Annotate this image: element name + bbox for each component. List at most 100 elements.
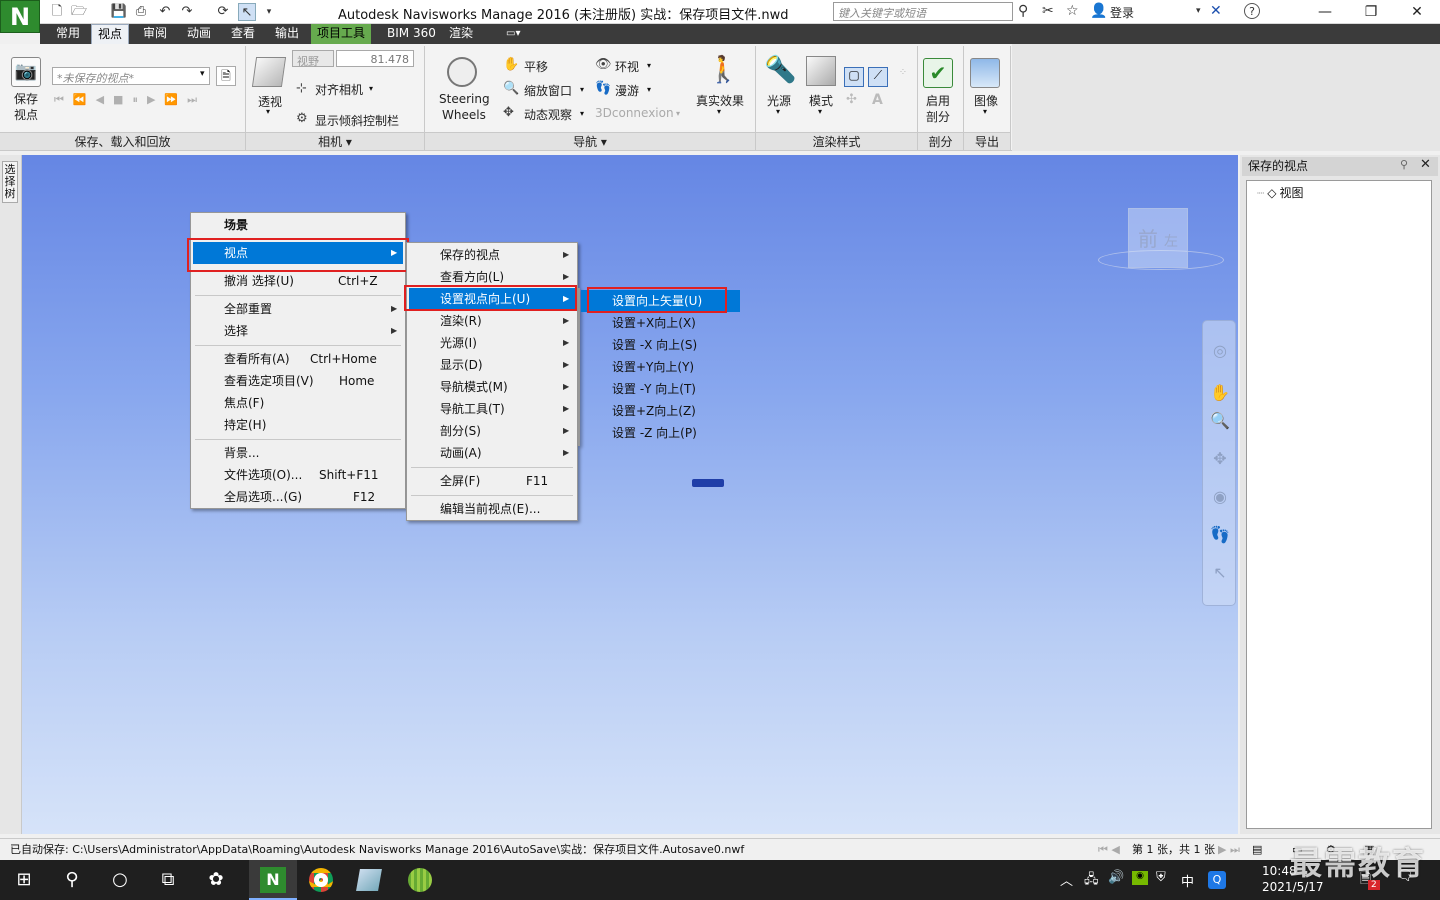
tilt-bar-icon[interactable]: ⚙ [296,111,308,126]
security-icon[interactable]: ⛨ [1156,870,1166,885]
align-camera-dropdown-icon[interactable]: ▾ [369,84,373,93]
panel-title-camera[interactable]: 相机 ▾ [246,132,424,150]
tab-home[interactable]: 常用 [50,24,86,44]
orbit-icon[interactable]: ✥ [503,105,514,120]
combo-arrow-icon[interactable]: ▾ [200,69,205,79]
3dconnexion-button[interactable]: 3Dconnexion [595,106,674,120]
select-nav-icon[interactable]: ↖ [1208,561,1232,585]
panel-title-sectioning[interactable]: 剖分 [918,132,963,150]
perspective-dropdown-icon[interactable]: ▾ [266,107,270,116]
help-icon[interactable]: ? [1244,3,1260,19]
tab-review[interactable]: 审阅 [137,24,173,44]
save-viewpoint-button[interactable]: 保存 视点 [14,91,38,123]
perspective-icon[interactable] [251,57,287,87]
show-tilt-button[interactable]: 显示倾斜控制栏 [315,112,399,129]
look-around-button[interactable]: 环视 [615,58,639,75]
ime-indicator[interactable]: 中 [1181,871,1194,890]
menu-item-view-all[interactable]: 查看所有(A) Ctrl+Home [193,348,403,370]
menu-item-set-minus-z-up[interactable]: 设置 -Z 向上(P) [581,422,740,444]
3dconnexion-dropdown-icon[interactable]: ▾ [676,109,680,118]
light-dropdown-icon[interactable]: ▾ [776,107,780,116]
menu-item-background[interactable]: 背景... [193,442,403,464]
tab-output[interactable]: 输出 [269,24,305,44]
tab-project-tools[interactable]: 项目工具 [311,24,372,44]
app-logo[interactable]: N [0,0,40,33]
tab-render[interactable]: 渲染 [443,24,479,44]
close-button[interactable]: ✕ [1394,0,1440,24]
network-icon[interactable]: 🖧 [1084,870,1099,892]
render-box-icon[interactable]: ▢ [844,67,864,87]
star-icon[interactable]: ☆ [1066,3,1079,19]
pan-button[interactable]: 平移 [524,58,548,75]
walk-dropdown-icon[interactable]: ▾ [647,85,651,94]
enable-section-icon[interactable]: ✔ [923,58,953,88]
cortana-icon[interactable]: ○ [96,860,144,900]
menu-item-file-options[interactable]: 文件选项(O)... Shift+F11 [193,464,403,486]
page-nav-last-icon[interactable]: ▶ ⏭ [1218,839,1240,860]
panel-title-navigate[interactable]: 导航 ▾ [425,132,755,150]
menu-item-display[interactable]: 显示(D) ▶ [409,354,575,376]
volume-icon[interactable]: 🔊 [1108,870,1124,885]
menu-item-saved-viewpoints[interactable]: 保存的视点 ▶ [409,244,575,266]
mode-cube-icon[interactable] [806,56,836,86]
undo-icon[interactable]: ↶ [156,3,174,21]
save-icon[interactable]: 💾 [110,3,128,21]
walk-button[interactable]: 漫游 [615,82,639,99]
menu-item-animation[interactable]: 动画(A) ▶ [409,442,575,464]
saved-viewpoint-combo[interactable]: *未保存的视点* [52,67,210,85]
search-input[interactable]: 键入关键字或短语 [833,2,1013,21]
menu-item-sectioning[interactable]: 剖分(S) ▶ [409,420,575,442]
page-nav-first-icon[interactable]: ⏮ ◀ [1098,839,1120,860]
tab-viewpoint[interactable]: 视点 [91,24,130,44]
menu-item-set-plus-z-up[interactable]: 设置+Z向上(Z) [581,400,740,422]
refresh-icon[interactable]: ⟳ [214,3,232,21]
tab-view[interactable]: 查看 [225,24,261,44]
login-label[interactable]: 登录 [1110,4,1134,21]
app-glass-icon[interactable] [345,860,393,900]
tab-bim360[interactable]: BIM 360 [381,24,442,44]
selection-tree-tab[interactable]: 选择树 [2,161,18,203]
steering-wheels-label-2[interactable]: Wheels [442,108,486,122]
minimize-button[interactable]: — [1302,0,1348,24]
login-dropdown-icon[interactable]: ▾ [1196,6,1201,16]
tools-icon[interactable]: ✂ [1042,3,1054,19]
pin-icon[interactable]: ⚲ [1400,158,1408,171]
task-view-icon[interactable]: ⧉ [144,860,192,900]
menu-item-set-plus-y-up[interactable]: 设置+Y向上(Y) [581,356,740,378]
enable-section-label-1[interactable]: 启用 [926,92,950,109]
saved-viewpoints-tree[interactable]: ┈ ◇ 视图 [1246,180,1432,829]
playback-controls[interactable]: ⏮⏪◀■⏸▶⏩⏭ [54,93,206,107]
zoom-window-icon[interactable]: 🔍 [503,81,519,96]
menu-item-global-options[interactable]: 全局选项...(G) F12 [193,486,403,508]
viewcube[interactable]: 前左 [1128,208,1188,268]
walk-nav-icon[interactable]: 👣 [1208,523,1232,547]
pan-nav-icon[interactable]: ✋ [1208,381,1232,405]
orbit-dropdown-icon[interactable]: ▾ [580,109,584,118]
walk-icon[interactable]: 👣 [595,81,611,96]
zoom-window-button[interactable]: 缩放窗口 [524,82,572,99]
menu-item-nav-tools[interactable]: 导航工具(T) ▶ [409,398,575,420]
menu-item-edit-current-viewpoint[interactable]: 编辑当前视点(E)... [409,498,575,520]
melon-app-icon[interactable] [396,860,444,900]
navisworks-taskbar-icon[interactable]: N [249,860,297,900]
render-points-icon[interactable]: ⁘ [893,67,913,87]
orbit-nav-icon[interactable]: ✥ [1208,447,1232,471]
menu-item-select[interactable]: 选择 ▶ [193,320,403,342]
model-object[interactable] [692,479,724,487]
align-camera-icon[interactable]: ⊹ [296,81,307,96]
steering-wheel-nav-icon[interactable]: ◎ [1208,339,1232,363]
exchange-icon[interactable]: ✕ [1210,3,1222,19]
sheet-browser-icon[interactable]: ▤ [1252,839,1262,860]
zoom-dropdown-icon[interactable]: ▾ [580,85,584,94]
menu-item-fullscreen[interactable]: 全屏(F) F11 [409,470,575,492]
select-cursor-icon[interactable]: ↖ [238,3,256,21]
text-render-icon[interactable]: A [872,92,883,108]
restore-button[interactable]: ❐ [1348,0,1394,24]
zoom-nav-icon[interactable]: 🔍 [1208,409,1232,433]
tab-options-icon[interactable]: ▭▾ [500,24,526,44]
print-icon[interactable]: ⎙ [132,3,150,21]
redo-icon[interactable]: ↷ [178,3,196,21]
fan-app-icon[interactable]: ✿ [192,860,240,900]
menu-item-set-plus-x-up[interactable]: 设置+X向上(X) [581,312,740,334]
snap-points-icon[interactable]: ✣ [846,92,857,107]
